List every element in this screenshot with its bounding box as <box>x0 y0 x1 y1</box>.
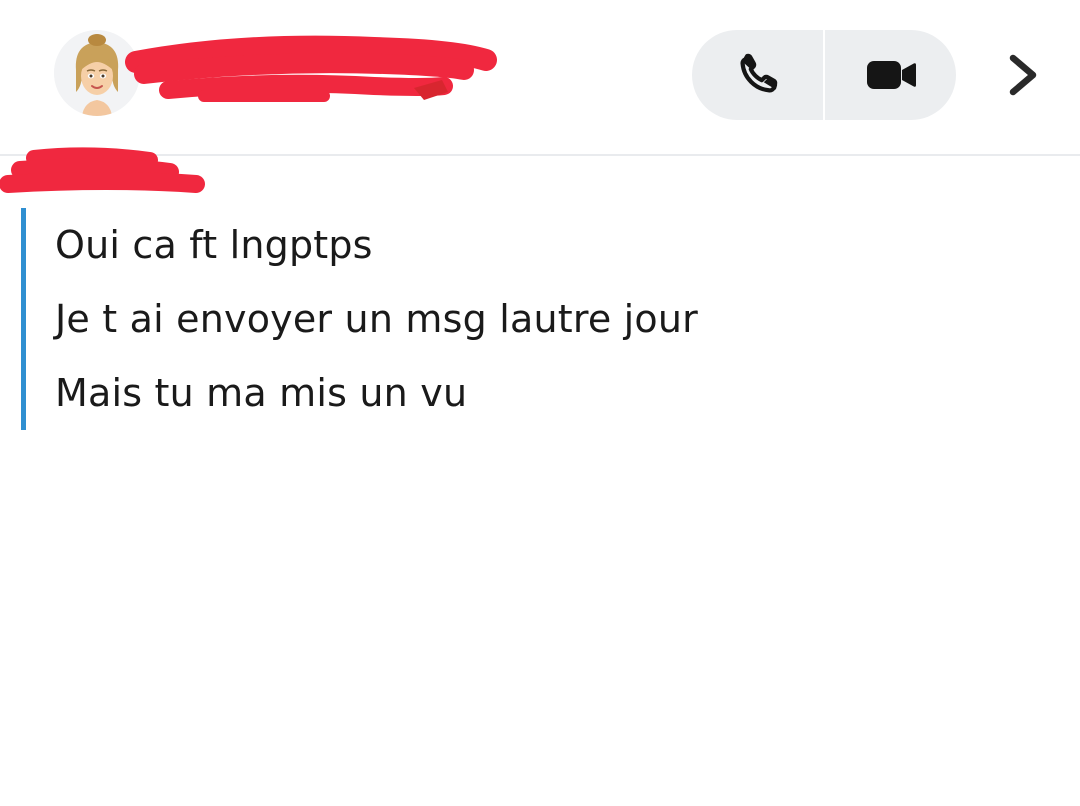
phone-icon <box>739 53 777 93</box>
call-actions <box>692 30 956 120</box>
video-camera-icon <box>866 61 916 89</box>
message-text[interactable]: Je t ai envoyer un msg lautre jour <box>55 282 1061 356</box>
voice-call-button[interactable] <box>692 30 823 120</box>
chevron-right-icon <box>1009 54 1037 96</box>
chat-header <box>0 0 1080 156</box>
message-text[interactable]: Mais tu ma mis un vu <box>55 356 1061 430</box>
sender-name-redaction <box>0 144 212 204</box>
contact-name-redaction <box>124 30 504 114</box>
message-text[interactable]: Oui ca ft lngptps <box>55 208 1061 282</box>
redaction-scribble <box>125 35 497 102</box>
chevron-right-button[interactable] <box>990 40 1056 110</box>
message-group: Oui ca ft lngptps Je t ai envoyer un msg… <box>21 208 1061 430</box>
video-call-button[interactable] <box>825 30 956 120</box>
redaction-scribble <box>0 147 205 193</box>
